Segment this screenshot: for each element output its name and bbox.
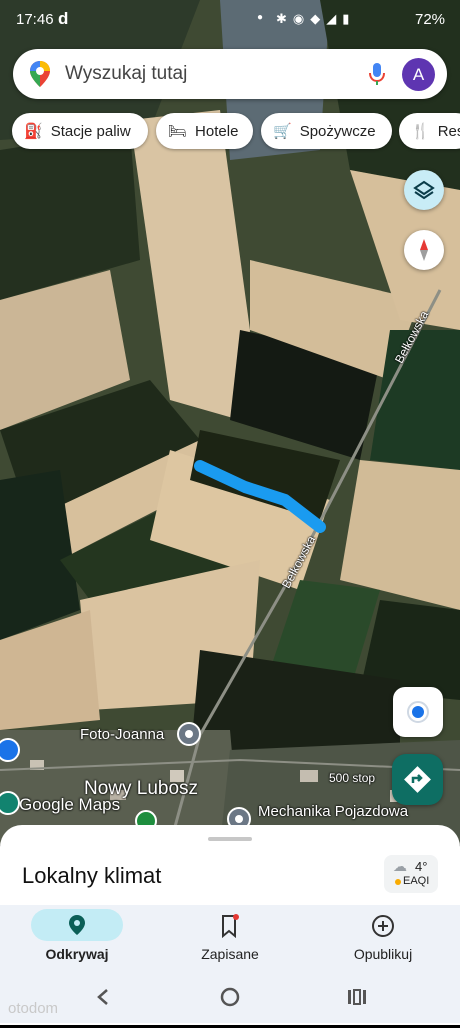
clock: 17:46 — [16, 11, 54, 28]
status-bar: 17:46 d ● ✱◉◆◢▮ 72% — [0, 0, 460, 40]
bluetooth-icon: ✱ — [276, 11, 293, 26]
place-label-foto[interactable]: Foto-Joanna — [80, 726, 164, 743]
compass-button[interactable] — [404, 230, 444, 270]
search-input[interactable]: Wyszukaj tutaj — [65, 63, 187, 85]
chip-label: Res — [437, 122, 460, 140]
layers-button[interactable] — [404, 170, 444, 210]
cart-icon: 🛒 — [273, 123, 292, 140]
aqi-dot-icon — [395, 879, 401, 885]
signal-icon: ◢ — [326, 11, 343, 26]
my-location-button[interactable] — [393, 687, 443, 737]
chip-hotels[interactable]: 🛏 Hotele — [156, 113, 253, 149]
gas-station-icon: ⛽ — [24, 123, 43, 140]
sheet-title: Lokalny klimat — [22, 863, 162, 888]
bookmark-icon — [222, 914, 239, 938]
chip-label: Spożywcze — [299, 122, 376, 140]
status-icons: ✱◉◆◢▮ — [276, 11, 355, 27]
chip-label: Stacje paliw — [50, 122, 131, 140]
tab-label: Opublikuj — [353, 946, 413, 962]
search-bar[interactable]: Wyszukaj tutaj A — [13, 49, 447, 99]
location-icon: ◉ — [292, 11, 311, 26]
corner-watermark: otodom — [8, 1000, 59, 1017]
place-label-mechanic[interactable]: Mechanika Pojazdowa — [258, 803, 408, 820]
battery-icon: ▮ — [342, 11, 356, 26]
google-maps-logo-icon — [30, 61, 50, 87]
scale-label: 500 stop — [329, 771, 376, 785]
bottom-navigation: Odkrywaj Zapisane Opublikuj — [0, 905, 460, 975]
system-navigation-bar: otodom — [0, 975, 460, 1023]
restaurant-icon: 🍴 — [411, 123, 430, 140]
temperature: 4° — [415, 859, 428, 874]
wifi-icon: ◆ — [310, 11, 327, 26]
system-nav-buttons — [97, 987, 366, 1007]
chip-gas-stations[interactable]: ⛽ Stacje paliw — [12, 113, 148, 149]
aqi-label: EAQI — [403, 875, 430, 887]
back-icon[interactable] — [97, 989, 108, 1005]
notification-dot-icon: ● — [257, 12, 264, 23]
chip-restaurants[interactable]: 🍴 Res — [399, 113, 460, 149]
recents-icon[interactable] — [348, 989, 366, 1005]
cloud-icon: ☁ — [393, 858, 407, 874]
explore-pin-icon — [69, 915, 85, 935]
account-avatar[interactable]: A — [402, 58, 435, 91]
hotel-icon: 🛏 — [168, 123, 188, 140]
tab-label: Odkrywaj — [45, 946, 109, 962]
battery-percent: 72% — [415, 11, 446, 28]
place-marker-foto[interactable] — [177, 722, 201, 746]
add-circle-icon — [372, 915, 394, 937]
directions-icon — [404, 766, 431, 793]
drag-handle[interactable] — [208, 837, 252, 841]
weather-widget[interactable]: ☁ 4° EAQI — [384, 855, 438, 893]
app-indicator: d — [58, 9, 69, 28]
layers-icon — [413, 180, 435, 200]
google-maps-watermark: Google Maps — [19, 795, 121, 814]
compass-icon — [420, 239, 428, 261]
tab-label: Zapisane — [201, 946, 259, 962]
microphone-icon[interactable] — [369, 62, 385, 86]
directions-button[interactable] — [392, 754, 443, 805]
my-location-icon — [407, 701, 429, 723]
chip-label: Hotele — [195, 122, 239, 140]
home-icon[interactable] — [220, 987, 240, 1007]
chip-groceries[interactable]: 🛒 Spożywcze — [261, 113, 392, 149]
